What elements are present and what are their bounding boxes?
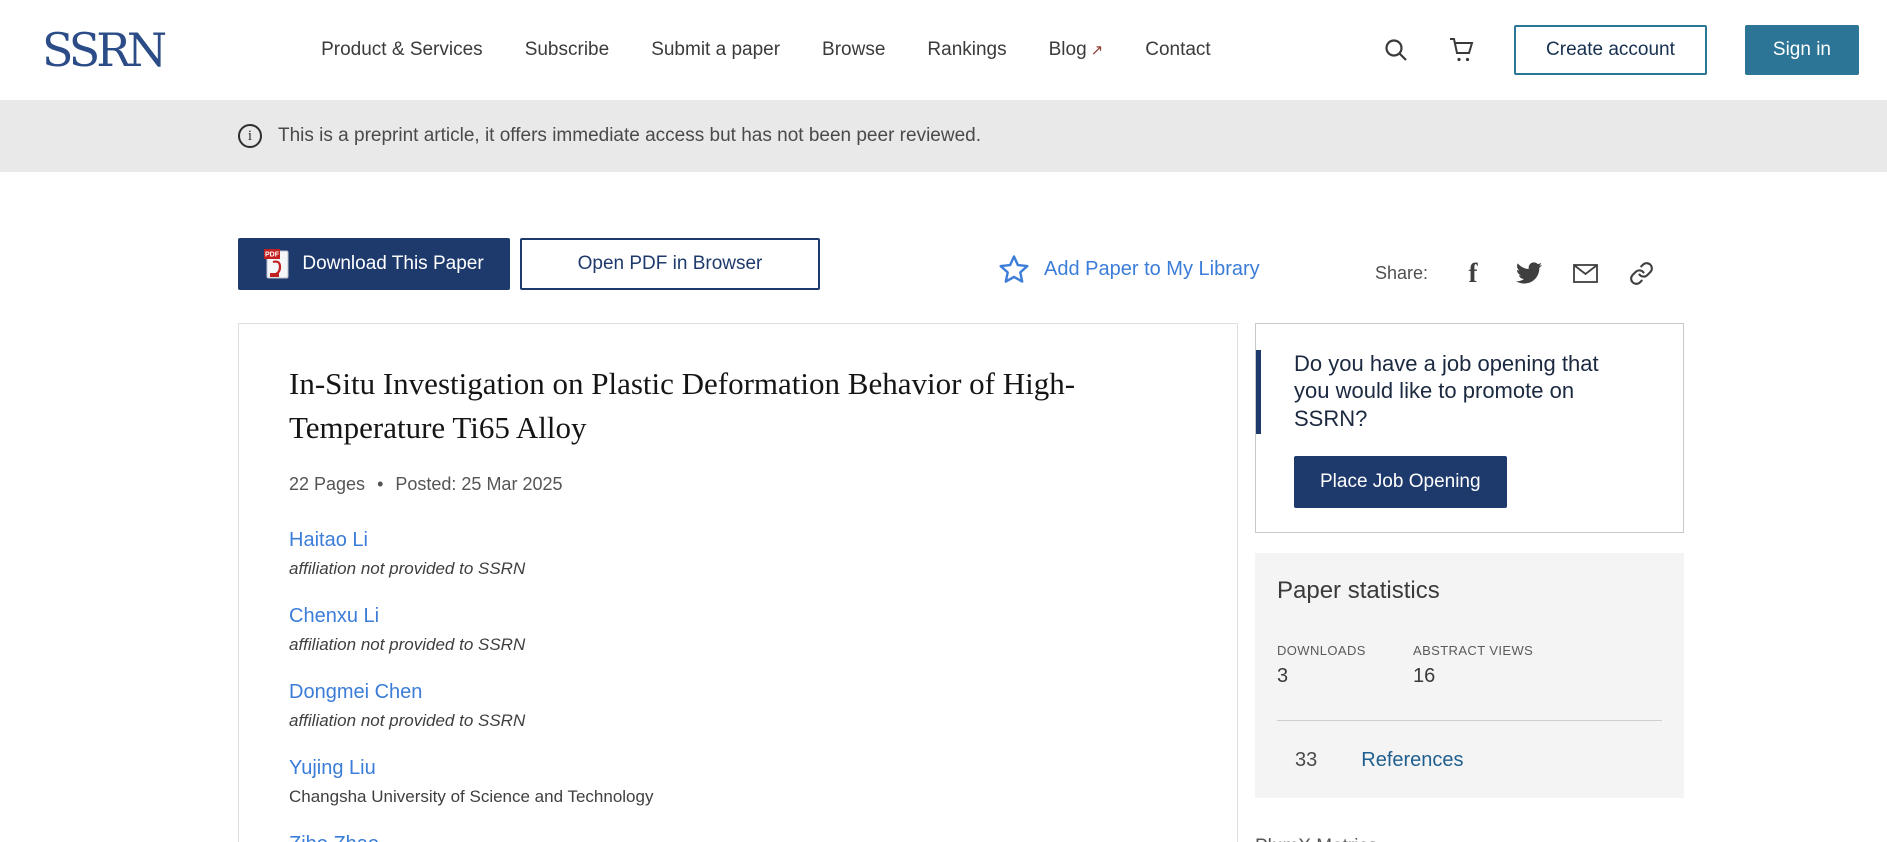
statistics-grid: DOWNLOADS 3 ABSTRACT VIEWS 16: [1277, 643, 1662, 688]
svg-text:PDF: PDF: [265, 252, 280, 259]
pdf-file-icon: PDF: [264, 249, 290, 279]
top-navigation-bar: SSRN Product & Services Subscribe Submit…: [0, 0, 1887, 100]
author-name-link[interactable]: Zibo Zhao: [289, 833, 379, 842]
paper-detail-card: In-Situ Investigation on Plastic Deforma…: [238, 323, 1238, 842]
job-promo-accent-bar: [1256, 350, 1261, 434]
author-item: Dongmei Chen affiliation not provided to…: [289, 681, 1177, 731]
preprint-notice-banner: i This is a preprint article, it offers …: [0, 100, 1887, 172]
nav-rankings[interactable]: Rankings: [927, 39, 1006, 61]
nav-contact[interactable]: Contact: [1145, 39, 1210, 61]
header-right-group: Create account Sign in: [1382, 25, 1859, 75]
author-name-link[interactable]: Haitao Li: [289, 529, 368, 551]
page-count: 22 Pages: [289, 474, 365, 495]
create-account-button[interactable]: Create account: [1514, 25, 1707, 75]
meta-separator-dot: •: [377, 474, 383, 495]
nav-browse[interactable]: Browse: [822, 39, 885, 61]
copy-link-icon[interactable]: [1628, 260, 1654, 286]
email-share-icon[interactable]: [1572, 260, 1598, 286]
sign-in-button[interactable]: Sign in: [1745, 25, 1859, 75]
external-link-arrow-icon: ↗: [1091, 42, 1104, 59]
main-content: In-Situ Investigation on Plastic Deforma…: [238, 323, 1684, 842]
plumx-metrics-link[interactable]: PlumX Metrics: [1255, 836, 1684, 842]
abstract-views-value: 16: [1413, 665, 1533, 688]
paper-meta-row: 22 Pages • Posted: 25 Mar 2025: [289, 474, 1177, 495]
author-list: Haitao Li affiliation not provided to SS…: [289, 529, 1177, 842]
nav-blog-label: Blog: [1049, 39, 1087, 60]
twitter-share-icon[interactable]: [1516, 260, 1542, 286]
author-name-link[interactable]: Chenxu Li: [289, 605, 379, 627]
statistics-divider: [1277, 720, 1662, 721]
author-name-link[interactable]: Yujing Liu: [289, 757, 376, 779]
add-paper-to-library-link[interactable]: Add Paper to My Library: [998, 254, 1260, 284]
add-paper-to-library-label: Add Paper to My Library: [1044, 258, 1260, 281]
downloads-stat: DOWNLOADS 3: [1277, 643, 1413, 688]
share-group: Share: f: [1375, 260, 1654, 286]
job-promo-text: Do you have a job opening that you would…: [1294, 350, 1606, 432]
downloads-value: 3: [1277, 665, 1413, 688]
search-icon[interactable]: [1382, 36, 1410, 64]
author-affiliation: affiliation not provided to SSRN: [289, 635, 1177, 655]
preprint-notice-text: This is a preprint article, it offers im…: [278, 125, 981, 147]
author-item: Zibo Zhao: [289, 833, 1177, 842]
author-affiliation: Changsha University of Science and Techn…: [289, 787, 1177, 807]
facebook-share-icon[interactable]: f: [1460, 260, 1486, 286]
paper-statistics-box: Paper statistics DOWNLOADS 3 ABSTRACT VI…: [1255, 553, 1684, 798]
author-item: Chenxu Li affiliation not provided to SS…: [289, 605, 1177, 655]
nav-subscribe[interactable]: Subscribe: [525, 39, 610, 61]
paper-statistics-title: Paper statistics: [1277, 577, 1662, 605]
author-name-link[interactable]: Dongmei Chen: [289, 681, 422, 703]
main-nav: Product & Services Subscribe Submit a pa…: [321, 39, 1211, 61]
ssrn-logo[interactable]: SSRN: [42, 27, 163, 73]
abstract-views-stat: ABSTRACT VIEWS 16: [1413, 643, 1533, 688]
author-affiliation: affiliation not provided to SSRN: [289, 711, 1177, 731]
info-icon: i: [238, 124, 262, 148]
references-link[interactable]: References: [1361, 749, 1463, 772]
download-button-label: Download This Paper: [302, 253, 483, 275]
star-icon: [998, 254, 1030, 284]
nav-product-services[interactable]: Product & Services: [321, 39, 483, 61]
author-item: Haitao Li affiliation not provided to SS…: [289, 529, 1177, 579]
author-affiliation: affiliation not provided to SSRN: [289, 559, 1177, 579]
right-sidebar: Do you have a job opening that you would…: [1255, 323, 1684, 842]
posted-date: Posted: 25 Mar 2025: [395, 474, 562, 495]
downloads-label: DOWNLOADS: [1277, 643, 1413, 658]
share-label: Share:: [1375, 263, 1428, 284]
nav-submit-a-paper[interactable]: Submit a paper: [651, 39, 780, 61]
references-row: 33 References: [1277, 749, 1662, 772]
place-job-opening-button[interactable]: Place Job Opening: [1294, 456, 1507, 508]
author-item: Yujing Liu Changsha University of Scienc…: [289, 757, 1177, 807]
abstract-views-label: ABSTRACT VIEWS: [1413, 643, 1533, 658]
paper-action-row: PDF Download This Paper Open PDF in Brow…: [238, 238, 1684, 290]
download-this-paper-button[interactable]: PDF Download This Paper: [238, 238, 510, 290]
cart-icon[interactable]: [1448, 36, 1476, 64]
nav-blog[interactable]: Blog↗: [1049, 39, 1104, 61]
references-count: 33: [1295, 749, 1317, 772]
paper-title: In-Situ Investigation on Plastic Deforma…: [289, 362, 1169, 450]
job-promo-box: Do you have a job opening that you would…: [1255, 323, 1684, 533]
open-pdf-in-browser-button[interactable]: Open PDF in Browser: [520, 238, 820, 290]
